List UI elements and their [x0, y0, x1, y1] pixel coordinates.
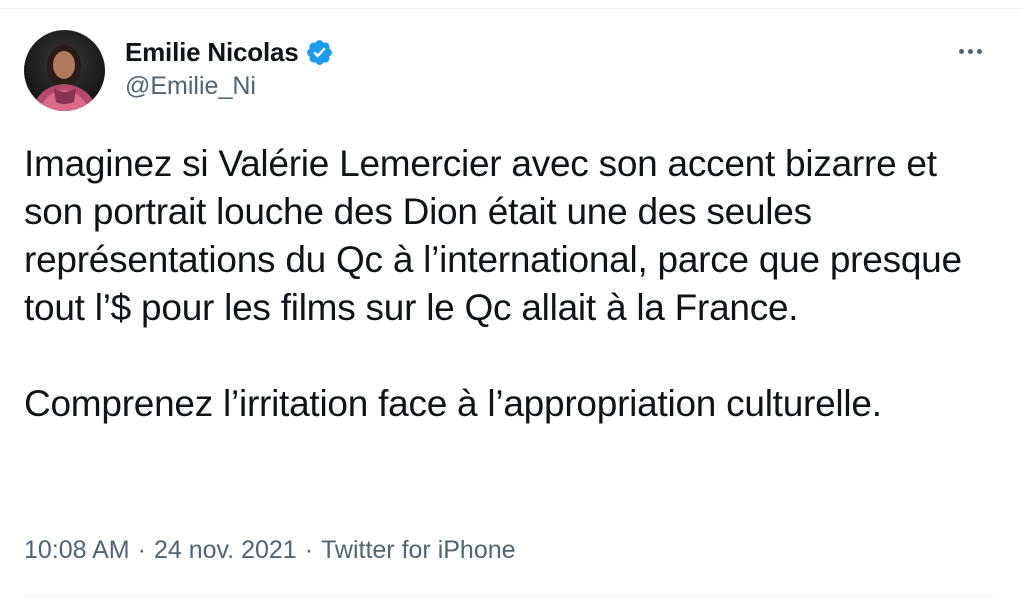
more-horizontal-icon — [958, 48, 964, 54]
meta-separator: · — [304, 536, 314, 564]
tweet-source-link[interactable]: Twitter for iPhone — [321, 536, 516, 565]
verified-badge-icon — [306, 39, 332, 65]
tweet-text: Imaginez si Valérie Lemercier avec son a… — [24, 140, 999, 428]
more-options-button[interactable] — [950, 36, 990, 66]
author-name-row: Emilie Nicolas — [125, 36, 334, 68]
avatar[interactable] — [24, 30, 105, 111]
bottom-divider — [24, 596, 998, 597]
tweet-time-link[interactable]: 10:08 AM — [24, 536, 130, 565]
tweet-paragraph: Comprenez l’irritation face à l’appropri… — [24, 383, 882, 424]
meta-separator: · — [137, 536, 146, 564]
tweet-paragraph: Imaginez si Valérie Lemercier avec son a… — [24, 143, 972, 328]
more-horizontal-icon — [976, 48, 982, 54]
top-divider — [0, 8, 1022, 9]
tweet-card: Emilie Nicolas @Emilie_Ni Imaginez si Va… — [0, 0, 1022, 602]
avatar-image — [24, 30, 105, 111]
tweet-meta: 10:08 AM · 24 nov. 2021 · Twitter for iP… — [24, 536, 516, 565]
more-horizontal-icon — [967, 48, 973, 54]
author-handle[interactable]: @Emilie_Ni — [125, 72, 256, 101]
tweet-date-link[interactable]: 24 nov. 2021 — [154, 536, 297, 565]
display-name[interactable]: Emilie Nicolas — [125, 37, 299, 68]
